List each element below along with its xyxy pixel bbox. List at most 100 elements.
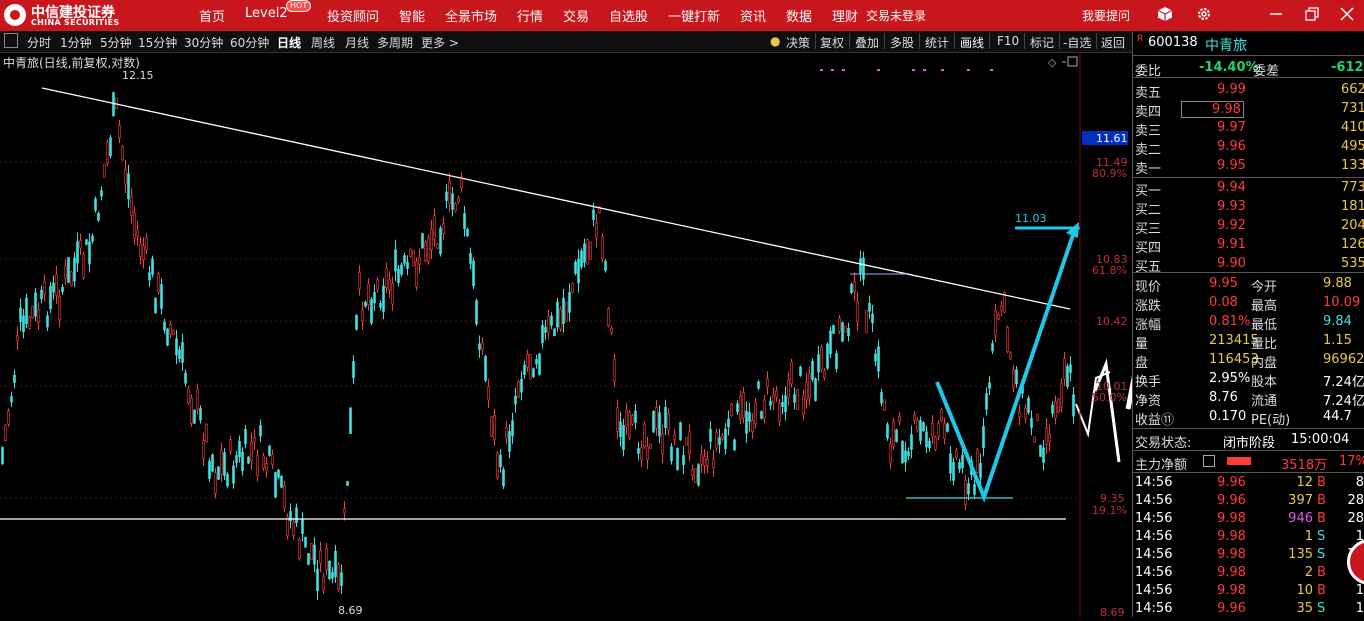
- bid-price: 9.92: [1217, 218, 1246, 233]
- ask-row[interactable]: 卖二 9.96 495: [1133, 137, 1364, 158]
- nav-quotes[interactable]: 行情: [517, 6, 543, 25]
- bid-volume: 204: [1341, 218, 1364, 233]
- nav-level2[interactable]: Level2: [245, 6, 288, 21]
- candle-body: [163, 321, 166, 331]
- candle-body: [721, 434, 724, 440]
- tool-add-watchlist[interactable]: -自选: [1063, 34, 1091, 51]
- candle-body: [34, 292, 37, 317]
- bid-row[interactable]: 买四 9.91 126: [1133, 235, 1364, 256]
- candle-body: [334, 550, 337, 577]
- tick-side: B: [1317, 583, 1326, 598]
- bulb-icon[interactable]: ●: [770, 34, 780, 48]
- nav-advisor[interactable]: 投资顾问: [327, 6, 379, 25]
- kline-canvas[interactable]: 11.03 12.15 8.69 11.61 11.49 80.9% 10.83…: [0, 53, 1196, 619]
- period-1min[interactable]: 1分钟: [60, 34, 92, 51]
- period-monthly[interactable]: 月线: [345, 34, 369, 51]
- candle-body: [343, 508, 346, 514]
- tool-overlay[interactable]: 叠加: [855, 34, 879, 51]
- panel-toggle-icon[interactable]: [4, 33, 18, 48]
- ask-row[interactable]: 卖五 9.99 662: [1133, 80, 1364, 101]
- period-5min[interactable]: 5分钟: [100, 34, 132, 51]
- candle-body: [784, 395, 787, 412]
- candle-body: [481, 342, 484, 350]
- gear-icon[interactable]: [1196, 6, 1212, 22]
- candle-body: [1060, 383, 1063, 408]
- tick-price: 9.98: [1217, 565, 1246, 580]
- tick-price: 9.98: [1217, 583, 1246, 598]
- tool-draw-line[interactable]: 画线: [960, 34, 984, 51]
- zigzag-line-2[interactable]: [1093, 358, 1121, 463]
- ask-row[interactable]: 卖三 9.97 410: [1133, 118, 1364, 139]
- nav-finance[interactable]: 理财: [832, 6, 858, 25]
- bid-row[interactable]: 买五 9.90 535: [1133, 254, 1364, 275]
- tool-decision[interactable]: 决策: [786, 34, 810, 51]
- candle-body: [145, 237, 148, 250]
- nav-watchlist[interactable]: 自选股: [609, 6, 648, 25]
- expand-icon[interactable]: [1067, 56, 1078, 67]
- candle-body: [868, 303, 871, 312]
- tick-volume: 1: [1304, 529, 1313, 544]
- login-status[interactable]: 交易未登录: [866, 7, 926, 24]
- candle-body: [634, 410, 637, 423]
- brand-logo[interactable]: 中信建投证券 CHINA SECURITIES: [4, 2, 154, 29]
- tick-time: 14:56: [1135, 475, 1173, 490]
- candle-body: [856, 300, 859, 322]
- period-multi[interactable]: 多周期: [377, 34, 413, 51]
- trend-line-resistance[interactable]: [41, 87, 1071, 310]
- candle-body: [364, 301, 367, 307]
- nav-home[interactable]: 首页: [199, 6, 225, 25]
- tool-multi-stock[interactable]: 多股: [890, 34, 914, 51]
- diamond-icon[interactable]: ◇: [1048, 56, 1057, 69]
- bid-row[interactable]: 买二 9.93 181: [1133, 197, 1364, 218]
- nav-data[interactable]: 数据: [786, 6, 812, 25]
- tool-mark[interactable]: 标记: [1030, 34, 1054, 51]
- nav-smart[interactable]: 智能: [399, 6, 425, 25]
- period-fenshi[interactable]: 分时: [27, 34, 51, 51]
- bid-volume: 535: [1341, 256, 1364, 271]
- candle-body: [586, 238, 589, 265]
- period-daily[interactable]: 日线: [277, 34, 301, 51]
- candle-body: [814, 378, 817, 401]
- candle-body: [1030, 418, 1033, 428]
- period-more[interactable]: 更多 >: [421, 34, 459, 51]
- candle-body: [337, 564, 340, 590]
- candle-body: [787, 379, 790, 399]
- period-weekly[interactable]: 周线: [311, 34, 335, 51]
- candle-body: [1000, 305, 1003, 312]
- list-icon[interactable]: [1203, 455, 1215, 467]
- ask-row[interactable]: 卖四 9.98 731: [1133, 99, 1364, 120]
- candle-body: [817, 354, 820, 373]
- nav-market-panorama[interactable]: 全景市场: [445, 6, 497, 25]
- candle-body: [292, 521, 295, 536]
- stat-row: 涨幅 0.81% 最低 9.84: [1133, 312, 1364, 333]
- candle-body: [148, 272, 151, 281]
- kline-chart[interactable]: 11.03 12.15 8.69 11.61 11.49 80.9% 10.83…: [0, 53, 1196, 619]
- candle-body: [127, 173, 130, 200]
- drawn-arrow-head: [1066, 222, 1079, 238]
- restore-icon[interactable]: [1304, 6, 1320, 22]
- candle-body: [604, 261, 607, 271]
- tick-count: 28: [1347, 511, 1364, 526]
- nav-trade[interactable]: 交易: [563, 6, 589, 25]
- candle-body: [808, 373, 811, 399]
- candle-body: [934, 436, 937, 450]
- ask-question-link[interactable]: 我要提问: [1082, 7, 1130, 24]
- period-60min[interactable]: 60分钟: [230, 34, 269, 51]
- bid-row[interactable]: 买三 9.92 204: [1133, 216, 1364, 237]
- tool-back[interactable]: 返回: [1101, 34, 1125, 51]
- nav-ipo[interactable]: 一键打新: [668, 6, 720, 25]
- candle-body: [109, 137, 112, 157]
- bid-row[interactable]: 买一 9.94 773: [1133, 178, 1364, 199]
- tool-fuquan[interactable]: 复权: [820, 34, 844, 51]
- tool-f10[interactable]: F10: [997, 34, 1019, 48]
- minimize-icon[interactable]: [1268, 6, 1284, 22]
- period-15min[interactable]: 15分钟: [138, 34, 177, 51]
- candle-body: [997, 314, 1000, 320]
- period-30min[interactable]: 30分钟: [184, 34, 223, 51]
- ask-row[interactable]: 卖一 9.95 133: [1133, 156, 1364, 177]
- axis-pct-4: 19.1%: [1092, 504, 1127, 517]
- cube-icon[interactable]: [1157, 6, 1173, 22]
- nav-news[interactable]: 资讯: [740, 6, 766, 25]
- close-icon[interactable]: [1339, 6, 1355, 22]
- tool-stats[interactable]: 统计: [925, 34, 949, 51]
